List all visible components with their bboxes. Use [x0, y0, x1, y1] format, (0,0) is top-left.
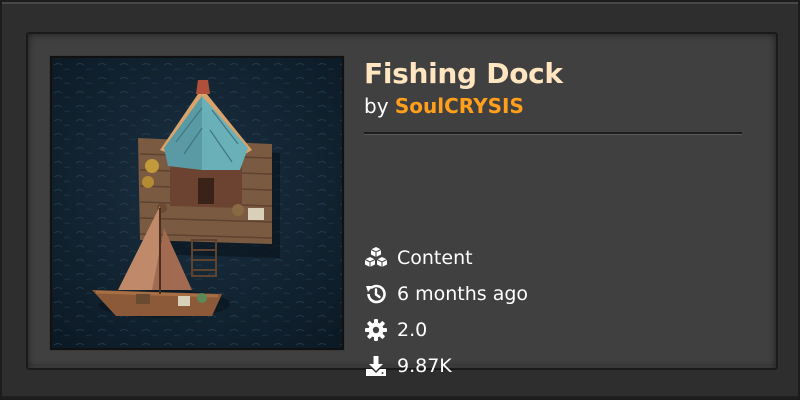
stat-updated: 6 months ago: [364, 276, 748, 312]
mod-stats: Content 6 months ago 2.0 9.87K: [364, 240, 748, 384]
stat-category: Content: [364, 240, 748, 276]
download-icon: [364, 354, 388, 378]
mod-info: Fishing Dock by SoulCRYSIS Content 6 mon…: [364, 56, 748, 377]
mod-thumbnail[interactable]: [50, 56, 344, 350]
stat-version: 2.0: [364, 312, 748, 348]
mod-author[interactable]: SoulCRYSIS: [395, 94, 524, 118]
gear-icon: [364, 318, 388, 342]
stat-version-text: 2.0: [397, 319, 428, 341]
stat-downloads-text: 9.87K: [397, 355, 452, 377]
stat-updated-text: 6 months ago: [397, 283, 529, 305]
history-icon: [364, 282, 388, 306]
stat-downloads: 9.87K: [364, 348, 748, 384]
mod-card[interactable]: Fishing Dock by SoulCRYSIS Content 6 mon…: [26, 32, 778, 377]
fishing-dock-thumbnail: [52, 58, 342, 348]
mod-title[interactable]: Fishing Dock: [364, 56, 563, 92]
cubes-icon: [364, 246, 388, 270]
by-prefix: by: [364, 94, 395, 118]
stat-category-text: Content: [397, 247, 473, 269]
mod-byline: by SoulCRYSIS: [364, 92, 524, 120]
divider: [364, 132, 742, 135]
mod-card-window: Fishing Dock by SoulCRYSIS Content 6 mon…: [0, 0, 800, 400]
